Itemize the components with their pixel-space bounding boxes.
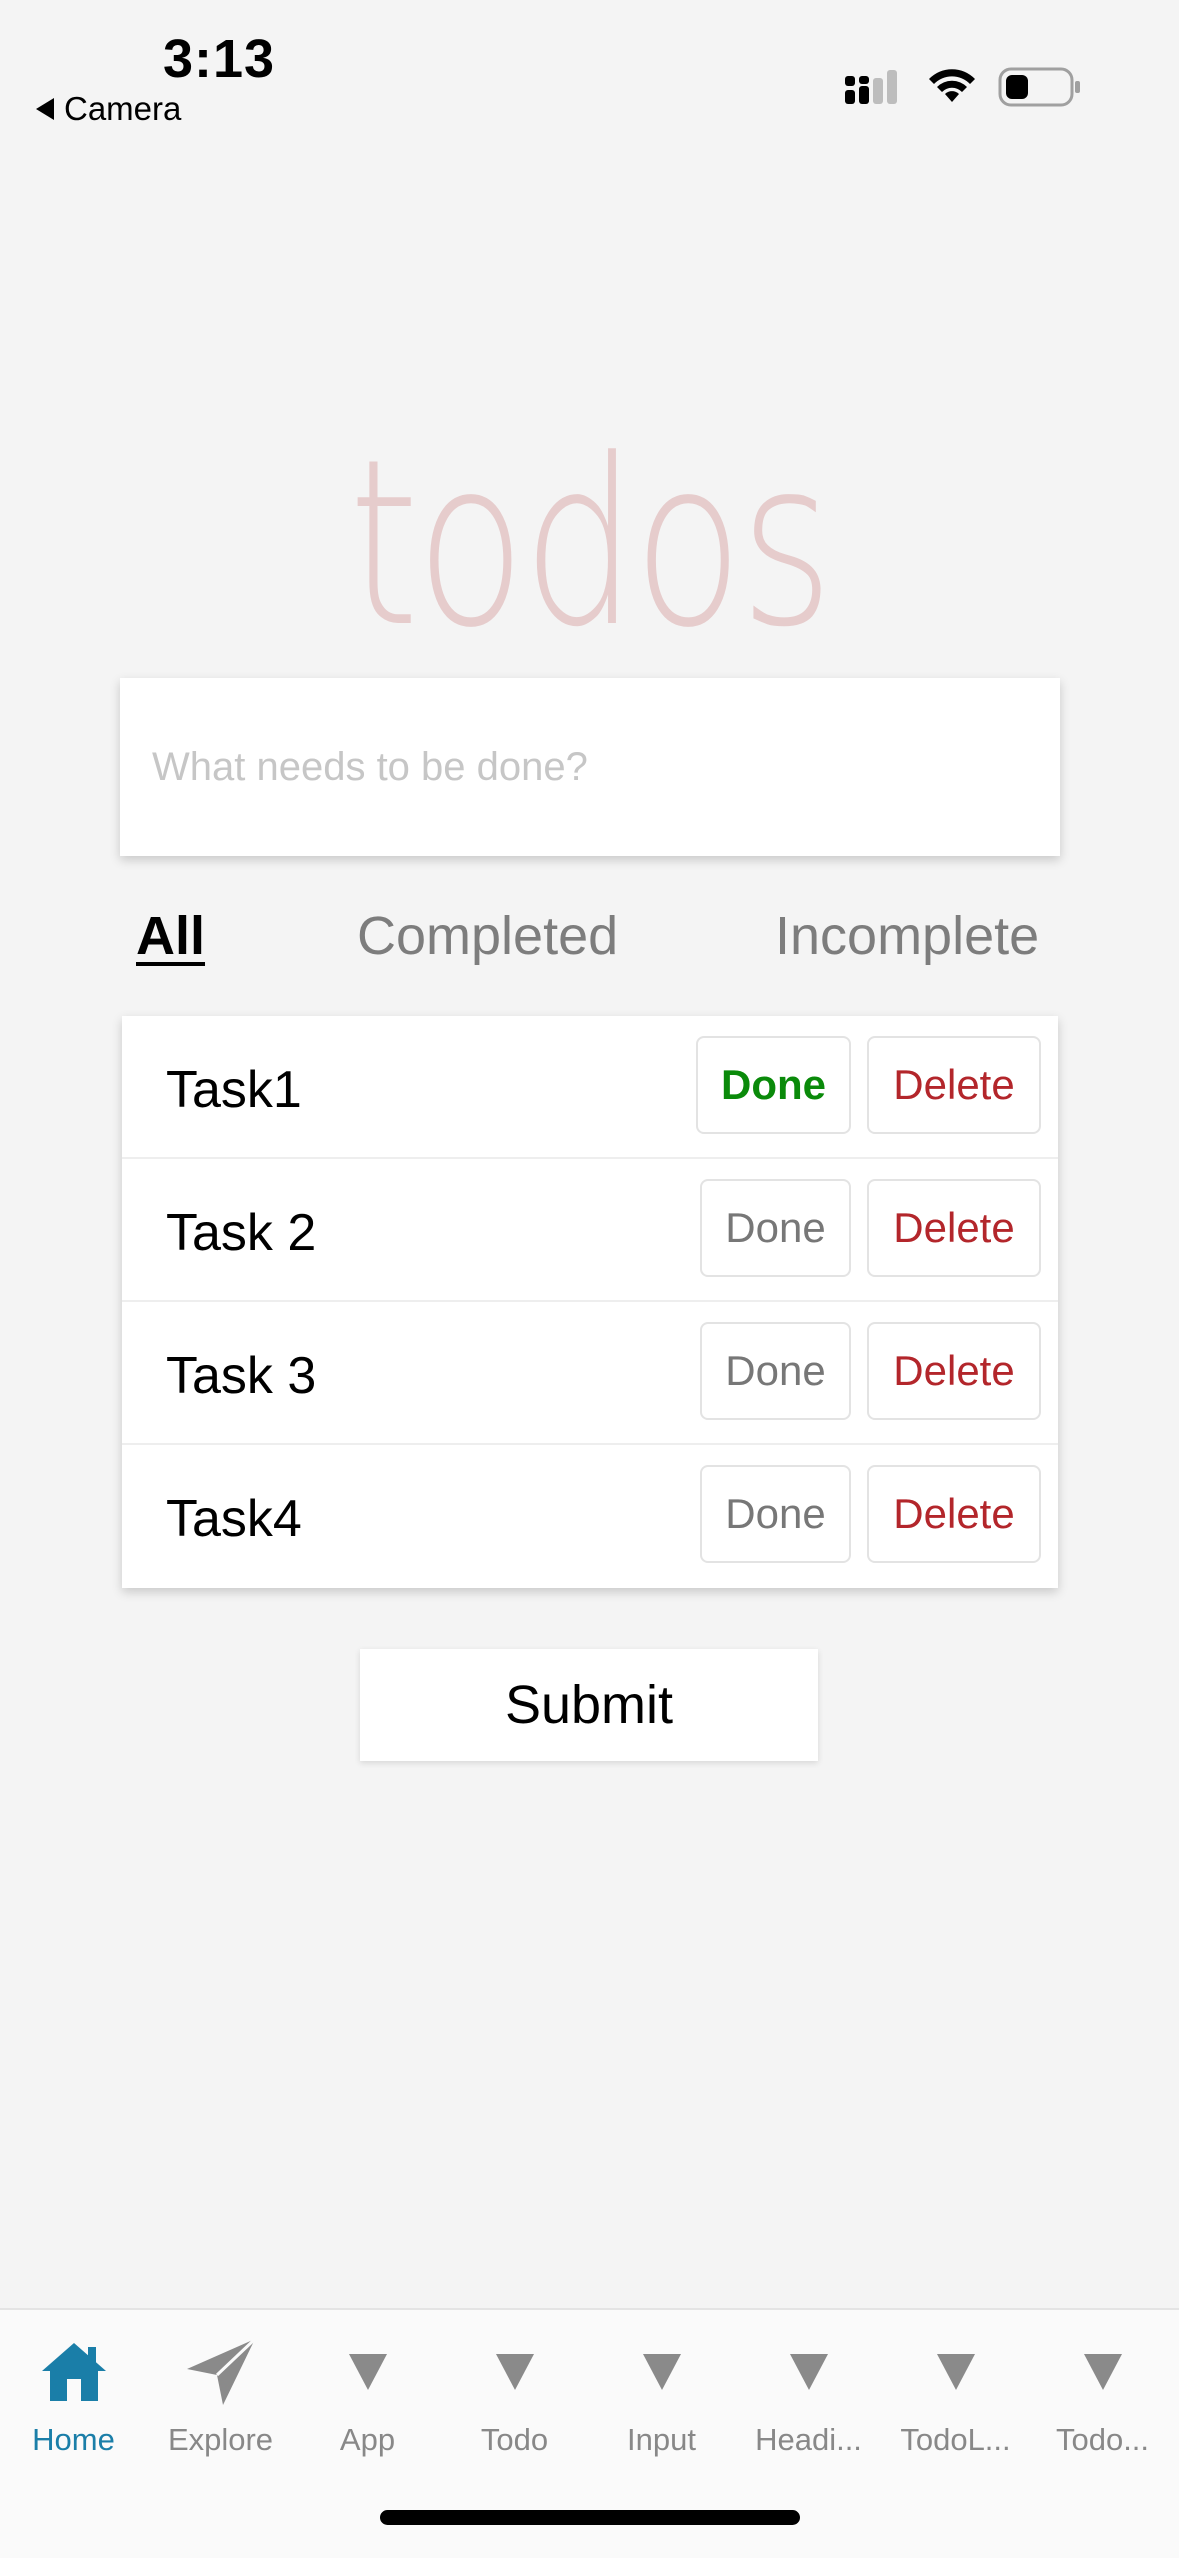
filter-tab-incomplete[interactable]: Incomplete bbox=[775, 905, 1039, 967]
battery-icon bbox=[998, 67, 1080, 107]
done-button[interactable]: Done bbox=[700, 1322, 851, 1420]
new-todo-field-container bbox=[120, 678, 1060, 856]
delete-button[interactable]: Delete bbox=[867, 1322, 1041, 1420]
task-row: Task1 Done Delete bbox=[122, 1016, 1058, 1159]
status-bar: 3:13 Camera bbox=[0, 0, 1179, 140]
tab-todo-more[interactable]: Todo... bbox=[1029, 2332, 1176, 2462]
home-icon bbox=[41, 2343, 106, 2401]
done-button[interactable]: Done bbox=[696, 1036, 851, 1134]
task-row: Task 2 Done Delete bbox=[122, 1159, 1058, 1302]
done-button[interactable]: Done bbox=[700, 1179, 851, 1277]
tab-label: Home bbox=[32, 2422, 115, 2457]
task-list: Task1 Done Delete Task 2 Done Delete Tas… bbox=[122, 1016, 1058, 1588]
tab-heading[interactable]: Headi... bbox=[735, 2332, 882, 2462]
tab-label: Input bbox=[627, 2422, 696, 2457]
triangle-icon bbox=[936, 2354, 975, 2390]
app-title: todos bbox=[348, 411, 834, 678]
filter-tab-all[interactable]: All bbox=[136, 905, 205, 967]
triangle-icon bbox=[789, 2354, 828, 2390]
submit-button[interactable]: Submit bbox=[360, 1649, 818, 1761]
back-arrow-icon bbox=[36, 98, 54, 120]
tab-label: TodoL... bbox=[900, 2422, 1011, 2457]
tab-label: Todo bbox=[480, 2422, 549, 2457]
done-button[interactable]: Done bbox=[700, 1465, 851, 1563]
delete-button[interactable]: Delete bbox=[867, 1179, 1041, 1277]
tab-label: Headi... bbox=[755, 2422, 862, 2457]
tab-todo[interactable]: Todo bbox=[441, 2332, 588, 2462]
triangle-icon bbox=[1083, 2354, 1122, 2390]
status-time: 3:13 bbox=[163, 29, 276, 89]
back-to-camera-link[interactable]: Camera bbox=[36, 90, 181, 128]
tab-app[interactable]: App bbox=[294, 2332, 441, 2462]
task-name: Task4 bbox=[166, 1490, 302, 1548]
filter-tab-completed[interactable]: Completed bbox=[357, 905, 618, 967]
tab-todolist[interactable]: TodoL... bbox=[882, 2332, 1029, 2462]
triangle-icon bbox=[642, 2354, 681, 2390]
tab-label: Explore bbox=[167, 2422, 274, 2457]
home-indicator[interactable] bbox=[380, 2510, 800, 2525]
tab-explore[interactable]: Explore bbox=[147, 2332, 294, 2462]
task-name: Task 2 bbox=[166, 1204, 317, 1262]
triangle-icon bbox=[495, 2354, 534, 2390]
back-link-label: Camera bbox=[64, 90, 182, 127]
new-todo-input[interactable] bbox=[120, 678, 1060, 856]
tab-input[interactable]: Input bbox=[588, 2332, 735, 2462]
tab-home[interactable]: Home bbox=[0, 2332, 147, 2462]
tab-label: Todo... bbox=[1055, 2422, 1150, 2457]
cellular-signal-icon bbox=[845, 70, 897, 104]
task-name: Task 3 bbox=[166, 1347, 317, 1405]
paper-plane-icon bbox=[186, 2337, 256, 2405]
delete-button[interactable]: Delete bbox=[867, 1465, 1041, 1563]
triangle-icon bbox=[348, 2354, 387, 2390]
tab-label: App bbox=[339, 2422, 396, 2457]
wifi-icon bbox=[929, 69, 975, 102]
task-row: Task 3 Done Delete bbox=[122, 1302, 1058, 1445]
task-row: Task4 Done Delete bbox=[122, 1445, 1058, 1588]
task-name: Task1 bbox=[166, 1061, 302, 1119]
delete-button[interactable]: Delete bbox=[867, 1036, 1041, 1134]
